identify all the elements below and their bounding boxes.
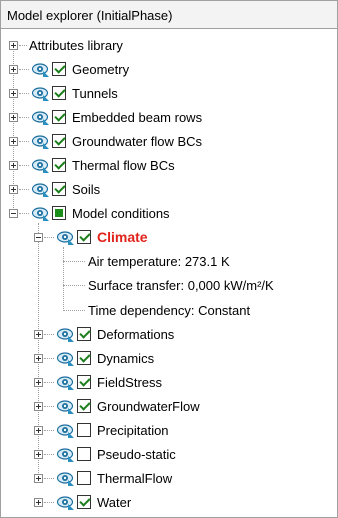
eye-icon[interactable]	[57, 447, 75, 463]
eye-icon[interactable]	[32, 86, 50, 102]
tree-item-thermal-flow-bcs[interactable]: Thermal flow BCs	[1, 155, 337, 178]
tree-item-deformations[interactable]: Deformations	[1, 324, 337, 347]
tree-item-fieldstress[interactable]: FieldStress	[1, 372, 337, 395]
tree-item-label: Soils	[72, 182, 101, 197]
eye-icon[interactable]	[32, 134, 50, 150]
eye-icon[interactable]	[32, 182, 50, 198]
dynamics-checkbox[interactable]	[77, 351, 91, 365]
tree-item-label: ThermalFlow	[97, 471, 173, 486]
plus-expander-icon[interactable]	[9, 137, 18, 146]
tree-item-label: Thermal flow BCs	[72, 158, 175, 173]
water-checkbox[interactable]	[77, 495, 91, 509]
tree-item-dynamics[interactable]: Dynamics	[1, 348, 337, 371]
tree-item-label: Water	[97, 495, 132, 510]
minus-expander-icon[interactable]	[9, 209, 18, 218]
tree-item-geometry[interactable]: Geometry	[1, 59, 337, 82]
soils-checkbox[interactable]	[52, 182, 66, 196]
plus-expander-icon[interactable]	[9, 41, 18, 50]
plus-expander-icon[interactable]	[34, 474, 43, 483]
tree-item-pseudo-static[interactable]: Pseudo-static	[1, 444, 337, 467]
eye-icon[interactable]	[57, 351, 75, 367]
tree-item-groundwater-flow-bcs[interactable]: Groundwater flow BCs	[1, 131, 337, 154]
eye-icon[interactable]	[57, 375, 75, 391]
geometry-checkbox[interactable]	[52, 62, 66, 76]
eye-icon[interactable]	[57, 423, 75, 439]
embedded-beam-rows-checkbox[interactable]	[52, 110, 66, 124]
tree-item-label: Tunnels	[72, 86, 118, 101]
groundwater-flow-bcs-checkbox[interactable]	[52, 134, 66, 148]
deformations-checkbox[interactable]	[77, 327, 91, 341]
tree-item-label: Attributes library	[29, 38, 123, 53]
eye-icon[interactable]	[57, 327, 75, 343]
plus-expander-icon[interactable]	[9, 113, 18, 122]
climate-checkbox[interactable]	[77, 230, 91, 244]
eye-icon[interactable]	[57, 495, 75, 511]
tree-item-groundwaterflow[interactable]: GroundwaterFlow	[1, 396, 337, 419]
property-text: Surface transfer: 0,000 kW/m²/K	[88, 278, 274, 293]
tunnels-checkbox[interactable]	[52, 86, 66, 100]
thermalflow-checkbox[interactable]	[77, 471, 91, 485]
eye-icon[interactable]	[32, 110, 50, 126]
plus-expander-icon[interactable]	[34, 402, 43, 411]
tree-item-soils[interactable]: Soils	[1, 179, 337, 202]
tree-item-attributes-library[interactable]: Attributes library	[1, 35, 337, 58]
groundwaterflow-checkbox[interactable]	[77, 399, 91, 413]
precipitation-checkbox[interactable]	[77, 423, 91, 437]
tree-item-label: GroundwaterFlow	[97, 399, 200, 414]
eye-icon[interactable]	[57, 230, 75, 246]
tree-item-label: Geometry	[72, 62, 130, 77]
climate-property: Time dependency: Constant	[1, 300, 337, 323]
plus-expander-icon[interactable]	[34, 426, 43, 435]
eye-icon[interactable]	[32, 158, 50, 174]
tree-item-tunnels[interactable]: Tunnels	[1, 83, 337, 106]
eye-icon[interactable]	[32, 62, 50, 78]
plus-expander-icon[interactable]	[9, 161, 18, 170]
fieldstress-checkbox[interactable]	[77, 375, 91, 389]
plus-expander-icon[interactable]	[34, 378, 43, 387]
tree-item-label: Embedded beam rows	[72, 110, 203, 125]
tree-item-label-active: Climate	[97, 229, 148, 245]
eye-icon[interactable]	[57, 399, 75, 415]
tree-item-model-conditions[interactable]: Model conditions	[1, 203, 337, 226]
plus-expander-icon[interactable]	[9, 65, 18, 74]
tree-item-embedded-beam-rows[interactable]: Embedded beam rows	[1, 107, 337, 130]
pseudo-static-checkbox[interactable]	[77, 447, 91, 461]
tree-item-label: Groundwater flow BCs	[72, 134, 203, 149]
plus-expander-icon[interactable]	[9, 89, 18, 98]
model-tree: Attributes library Geometry Tunnels Embe…	[1, 30, 337, 517]
climate-property: Surface transfer: 0,000 kW/m²/K	[1, 275, 337, 298]
tree-item-label: Pseudo-static	[97, 447, 176, 462]
tree-item-water[interactable]: Water	[1, 492, 337, 515]
model-conditions-checkbox[interactable]	[52, 206, 66, 220]
property-text: Air temperature: 273.1 K	[88, 254, 230, 269]
model-explorer-panel: Model explorer (InitialPhase) Attributes…	[0, 0, 338, 518]
property-text: Time dependency: Constant	[88, 303, 251, 318]
tree-item-label: FieldStress	[97, 375, 163, 390]
minus-expander-icon[interactable]	[34, 233, 43, 242]
plus-expander-icon[interactable]	[34, 450, 43, 459]
plus-expander-icon[interactable]	[9, 185, 18, 194]
panel-title: Model explorer (InitialPhase)	[1, 1, 337, 29]
tree-item-thermalflow[interactable]: ThermalFlow	[1, 468, 337, 491]
climate-property: Air temperature: 273.1 K	[1, 251, 337, 274]
plus-expander-icon[interactable]	[34, 330, 43, 339]
eye-icon[interactable]	[32, 206, 50, 222]
tree-item-label: Precipitation	[97, 423, 169, 438]
tree-item-label: Dynamics	[97, 351, 155, 366]
tree-item-climate[interactable]: Climate	[1, 227, 337, 250]
plus-expander-icon[interactable]	[34, 354, 43, 363]
plus-expander-icon[interactable]	[34, 498, 43, 507]
eye-icon[interactable]	[57, 471, 75, 487]
tree-item-precipitation[interactable]: Precipitation	[1, 420, 337, 443]
thermal-flow-bcs-checkbox[interactable]	[52, 158, 66, 172]
tree-item-label: Model conditions	[72, 206, 170, 221]
tree-item-label: Deformations	[97, 327, 175, 342]
